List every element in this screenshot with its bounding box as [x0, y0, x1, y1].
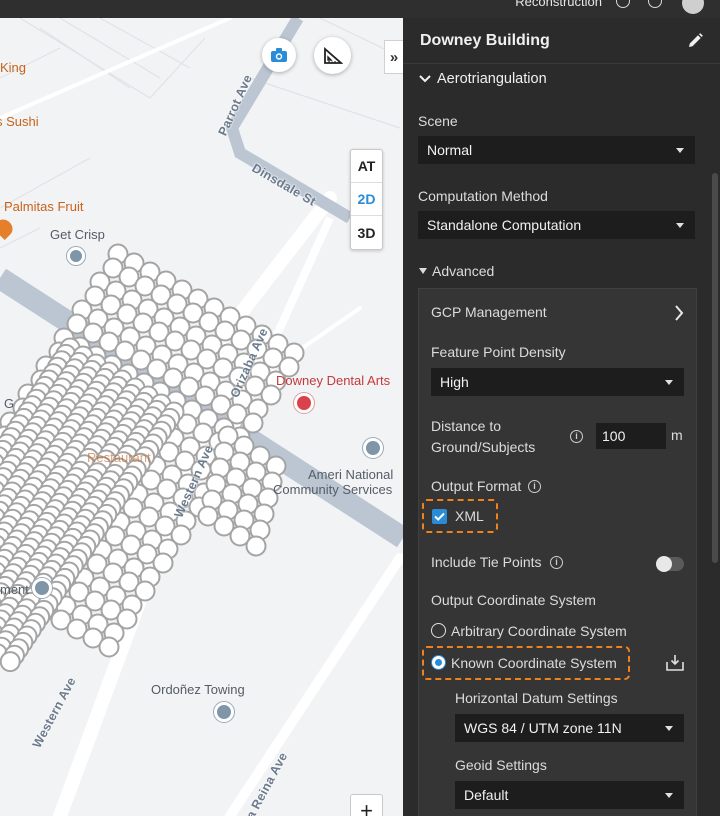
computation-select[interactable]: Standalone Computation	[418, 211, 695, 239]
horizontal-datum-value: WGS 84 / UTM zone 11N	[464, 720, 622, 736]
computation-label: Computation Method	[418, 188, 548, 204]
check-icon	[434, 512, 445, 521]
advanced-section: GCP Management Feature Point Density Hig…	[418, 288, 697, 816]
location-pin-icon[interactable]	[214, 702, 234, 722]
panel-header: Downey Building	[403, 18, 720, 64]
location-pin-icon[interactable]	[67, 247, 85, 265]
xml-checkbox-row[interactable]: XML	[431, 507, 491, 527]
poi-palmitas: Palmitas Fruit	[4, 199, 84, 214]
caret-down-icon	[419, 268, 427, 274]
settings-icon[interactable]	[616, 0, 630, 8]
edit-icon[interactable]	[686, 32, 704, 50]
measure-button[interactable]	[314, 37, 351, 74]
output-format-label: Output Format	[431, 478, 522, 494]
map-canvas[interactable]: King s Sushi Palmitas Fruit Get Crisp Do…	[0, 18, 403, 816]
view-mode-at[interactable]: AT	[351, 150, 382, 183]
density-label: Feature Point Density	[431, 344, 566, 360]
location-pin-icon[interactable]	[363, 438, 383, 458]
xml-checkbox[interactable]	[432, 509, 447, 524]
camera-button[interactable]	[262, 38, 296, 72]
chevron-down-icon	[419, 75, 431, 83]
scene-value: Normal	[427, 142, 473, 158]
distance-unit: m	[671, 427, 683, 443]
camera-icon	[271, 48, 287, 62]
poi-ment: ment	[0, 582, 29, 597]
poi-restaurant: Restaurant	[87, 450, 151, 465]
advanced-label: Advanced	[432, 263, 495, 279]
poi-dental: Downey Dental Arts	[276, 373, 391, 388]
distance-value: 100	[602, 428, 626, 444]
tie-points-label: Include Tie Points	[431, 554, 542, 570]
app-mode-title: Reconstruction	[515, 0, 602, 9]
info-icon[interactable]: i	[550, 556, 563, 569]
horizontal-datum-label: Horizontal Datum Settings	[455, 690, 618, 706]
computation-value: Standalone Computation	[427, 217, 582, 233]
advanced-toggle[interactable]: Advanced	[419, 263, 494, 279]
zoom-in-button[interactable]: +	[350, 794, 383, 816]
view-mode-2d[interactable]: 2D	[351, 183, 382, 216]
help-icon[interactable]	[648, 0, 662, 8]
collapse-panel-button[interactable]: »	[384, 40, 403, 74]
arbitrary-option[interactable]: Arbitrary Coordinate System	[431, 621, 661, 641]
ruler-icon	[323, 46, 343, 64]
image-footprint	[0, 651, 21, 673]
caret-down-icon	[665, 726, 673, 731]
arbitrary-radio[interactable]	[431, 623, 446, 638]
known-option[interactable]: Known Coordinate System	[431, 653, 626, 673]
section-title: Aerotriangulation	[437, 71, 547, 87]
poi-ameri-line2: Community Services	[273, 482, 393, 497]
aerotriangulation-header[interactable]: Aerotriangulation	[419, 71, 547, 87]
gcp-label: GCP Management	[431, 304, 547, 320]
density-select[interactable]: High	[431, 368, 684, 396]
geoid-value: Default	[464, 787, 509, 803]
caret-down-icon	[676, 223, 684, 228]
geoid-select[interactable]: Default	[455, 781, 684, 809]
view-mode-3d[interactable]: 3D	[351, 216, 382, 249]
medical-pin-icon[interactable]	[294, 393, 314, 413]
import-icon[interactable]	[665, 654, 685, 672]
chevron-right-icon	[675, 305, 684, 321]
horizontal-datum-select[interactable]: WGS 84 / UTM zone 11N	[455, 714, 684, 742]
known-label: Known Coordinate System	[451, 655, 617, 671]
scene-label: Scene	[418, 113, 458, 129]
settings-panel: Downey Building Aerotriangulation Scene …	[403, 18, 720, 816]
tie-points-toggle[interactable]	[656, 556, 684, 572]
ocs-label: Output Coordinate System	[431, 592, 596, 608]
top-bar: Reconstruction	[0, 0, 720, 18]
project-title: Downey Building	[420, 32, 550, 49]
scene-select[interactable]: Normal	[418, 136, 695, 164]
info-icon[interactable]: i	[570, 430, 583, 443]
distance-input[interactable]: 100	[596, 423, 666, 449]
caret-down-icon	[665, 380, 673, 385]
geoid-label: Geoid Settings	[455, 757, 547, 773]
poi-sushi: s Sushi	[0, 114, 39, 129]
distance-label-line1: Distance to	[431, 418, 502, 434]
poi-ameri-line1: Ameri National	[308, 467, 394, 482]
caret-down-icon	[665, 793, 673, 798]
gcp-management-row[interactable]: GCP Management	[419, 299, 696, 327]
image-footprint	[98, 636, 120, 658]
info-icon[interactable]: i	[528, 480, 541, 493]
image-footprint	[245, 535, 267, 557]
poi-ordonez: Ordoñez Towing	[151, 682, 245, 697]
known-radio[interactable]	[431, 655, 446, 670]
avatar[interactable]	[682, 0, 704, 14]
panel-scrollbar[interactable]	[712, 173, 718, 563]
distance-label-line2: Ground/Subjects	[431, 439, 536, 455]
poi-king: King	[0, 60, 27, 75]
density-value: High	[440, 374, 469, 390]
xml-label: XML	[455, 508, 484, 524]
location-pin-icon[interactable]	[32, 578, 52, 598]
caret-down-icon	[676, 148, 684, 153]
arbitrary-label: Arbitrary Coordinate System	[451, 623, 627, 639]
view-mode-switch: AT 2D 3D	[350, 149, 383, 250]
poi-get-crisp: Get Crisp	[50, 227, 105, 242]
poi-g-label: G	[4, 396, 15, 411]
